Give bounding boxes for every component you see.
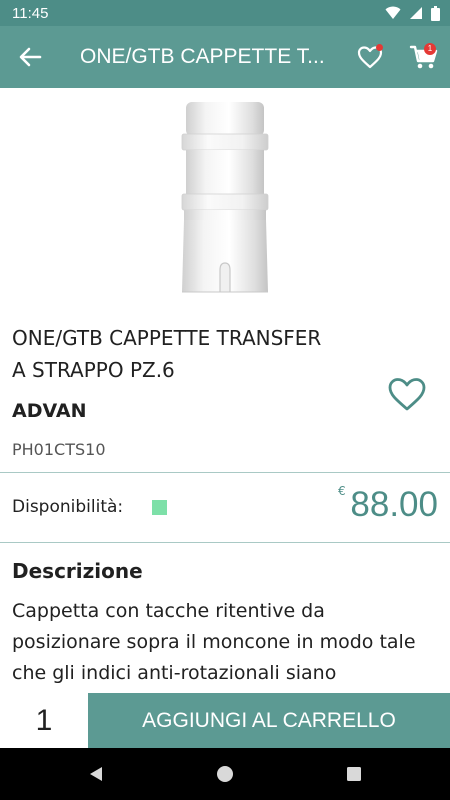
divider	[0, 542, 450, 543]
description-text: Cappetta con tacche ritentive da posizio…	[12, 600, 416, 684]
availability-label: Disponibilità:	[12, 497, 124, 517]
product-title-line2: A STRAPPO PZ.6	[12, 358, 175, 382]
heart-outline-icon	[388, 378, 426, 411]
nav-recents-button[interactable]	[344, 764, 364, 784]
product-image	[170, 98, 280, 298]
signal-icon	[410, 7, 422, 19]
price-value: 88.00	[350, 485, 438, 524]
system-nav-bar	[0, 748, 450, 800]
price-currency: €	[338, 484, 346, 498]
app-bar: ONE/GTB CAPPETTE T... 1	[0, 26, 450, 88]
status-bar: 11:45	[0, 0, 450, 26]
recents-square-icon	[347, 767, 361, 781]
quantity-value[interactable]: 1	[0, 693, 88, 748]
status-time: 11:45	[12, 4, 49, 22]
add-to-wishlist-button[interactable]	[386, 374, 428, 414]
arrow-left-icon	[19, 47, 42, 67]
wifi-icon	[385, 6, 401, 19]
product-title-line1: ONE/GTB CAPPETTE TRANSFER	[12, 326, 322, 350]
back-button[interactable]	[16, 43, 46, 71]
product-sku: PH01CTS10	[12, 440, 106, 459]
back-triangle-icon	[90, 767, 102, 781]
favorites-notification-dot	[376, 44, 383, 51]
availability-indicator	[152, 500, 167, 515]
page-title: ONE/GTB CAPPETTE T...	[80, 45, 325, 68]
status-icons	[385, 5, 440, 21]
cart-badge: 1	[424, 43, 436, 55]
cart-button[interactable]: 1	[408, 41, 440, 73]
product-title: ONE/GTB CAPPETTE TRANSFER A STRAPPO PZ.6	[12, 322, 382, 386]
dental-transfer-cap-image	[181, 102, 269, 293]
divider	[0, 472, 450, 473]
add-to-cart-button[interactable]: AGGIUNGI AL CARRELLO	[88, 693, 450, 748]
home-circle-icon	[217, 766, 233, 782]
description-heading: Descrizione	[12, 559, 143, 583]
nav-home-button[interactable]	[215, 764, 235, 784]
nav-back-button[interactable]	[86, 764, 106, 784]
favorites-button[interactable]	[356, 43, 386, 71]
battery-icon	[431, 5, 440, 21]
quantity-stepper[interactable]: 1	[0, 693, 88, 748]
product-brand: ADVAN	[12, 400, 87, 422]
